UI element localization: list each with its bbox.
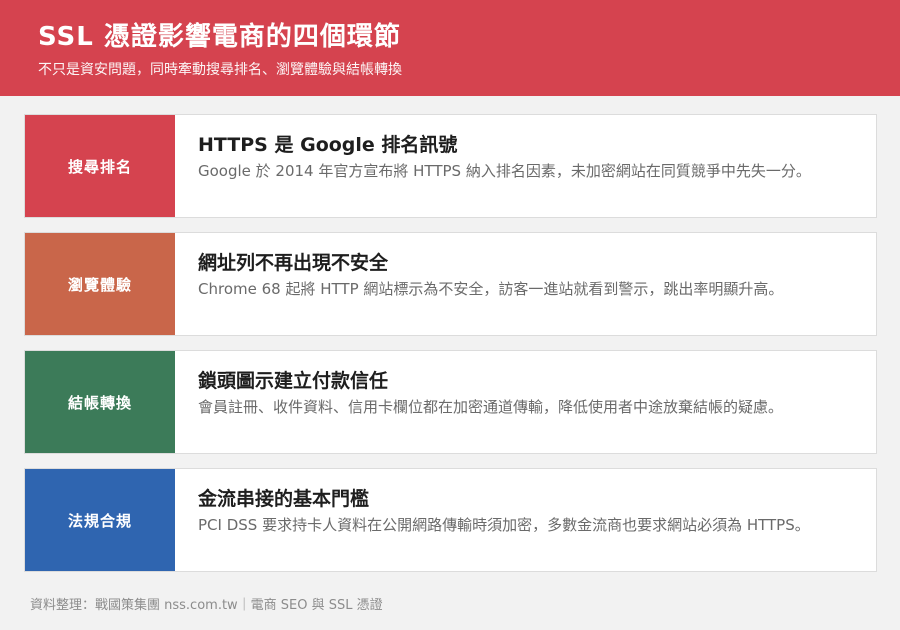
card-tag: 搜尋排名	[25, 115, 175, 217]
source-footer: 資料整理：戰國策集團 nss.com.tw｜電商 SEO 與 SSL 憑證	[30, 598, 383, 613]
card-description: Google 於 2014 年官方宣布將 HTTPS 納入排名因素，未加密網站在…	[198, 162, 811, 180]
card-checkout-conversion: 結帳轉換 鎖頭圖示建立付款信任 會員註冊、收件資料、信用卡欄位都在加密通道傳輸，…	[24, 350, 877, 454]
card-heading: 金流串接的基本門檻	[198, 488, 370, 510]
page-subtitle: 不只是資安問題，同時牽動搜尋排名、瀏覽體驗與結帳轉換	[38, 62, 402, 78]
card-heading: 鎖頭圖示建立付款信任	[198, 370, 389, 392]
card-regulatory-compliance: 法規合規 金流串接的基本門檻 PCI DSS 要求持卡人資料在公開網路傳輸時須加…	[24, 468, 877, 572]
card-body: 金流串接的基本門檻 PCI DSS 要求持卡人資料在公開網路傳輸時須加密，多數金…	[175, 469, 876, 571]
header-banner: SSL 憑證影響電商的四個環節 不只是資安問題，同時牽動搜尋排名、瀏覽體驗與結帳…	[0, 0, 900, 96]
card-description: PCI DSS 要求持卡人資料在公開網路傳輸時須加密，多數金流商也要求網站必須為…	[198, 516, 810, 534]
card-body: 網址列不再出現不安全 Chrome 68 起將 HTTP 網站標示為不安全，訪客…	[175, 233, 876, 335]
card-browsing-experience: 瀏覽體驗 網址列不再出現不安全 Chrome 68 起將 HTTP 網站標示為不…	[24, 232, 877, 336]
card-search-ranking: 搜尋排名 HTTPS 是 Google 排名訊號 Google 於 2014 年…	[24, 114, 877, 218]
card-tag: 瀏覽體驗	[25, 233, 175, 335]
card-body: 鎖頭圖示建立付款信任 會員註冊、收件資料、信用卡欄位都在加密通道傳輸，降低使用者…	[175, 351, 876, 453]
card-tag: 結帳轉換	[25, 351, 175, 453]
page-title: SSL 憑證影響電商的四個環節	[38, 22, 401, 52]
card-description: Chrome 68 起將 HTTP 網站標示為不安全，訪客一進站就看到警示，跳出…	[198, 280, 784, 298]
card-list: 搜尋排名 HTTPS 是 Google 排名訊號 Google 於 2014 年…	[24, 114, 877, 586]
card-description: 會員註冊、收件資料、信用卡欄位都在加密通道傳輸，降低使用者中途放棄結帳的疑慮。	[198, 398, 784, 416]
card-heading: 網址列不再出現不安全	[198, 252, 389, 274]
card-tag: 法規合規	[25, 469, 175, 571]
card-heading: HTTPS 是 Google 排名訊號	[198, 134, 458, 156]
card-body: HTTPS 是 Google 排名訊號 Google 於 2014 年官方宣布將…	[175, 115, 876, 217]
